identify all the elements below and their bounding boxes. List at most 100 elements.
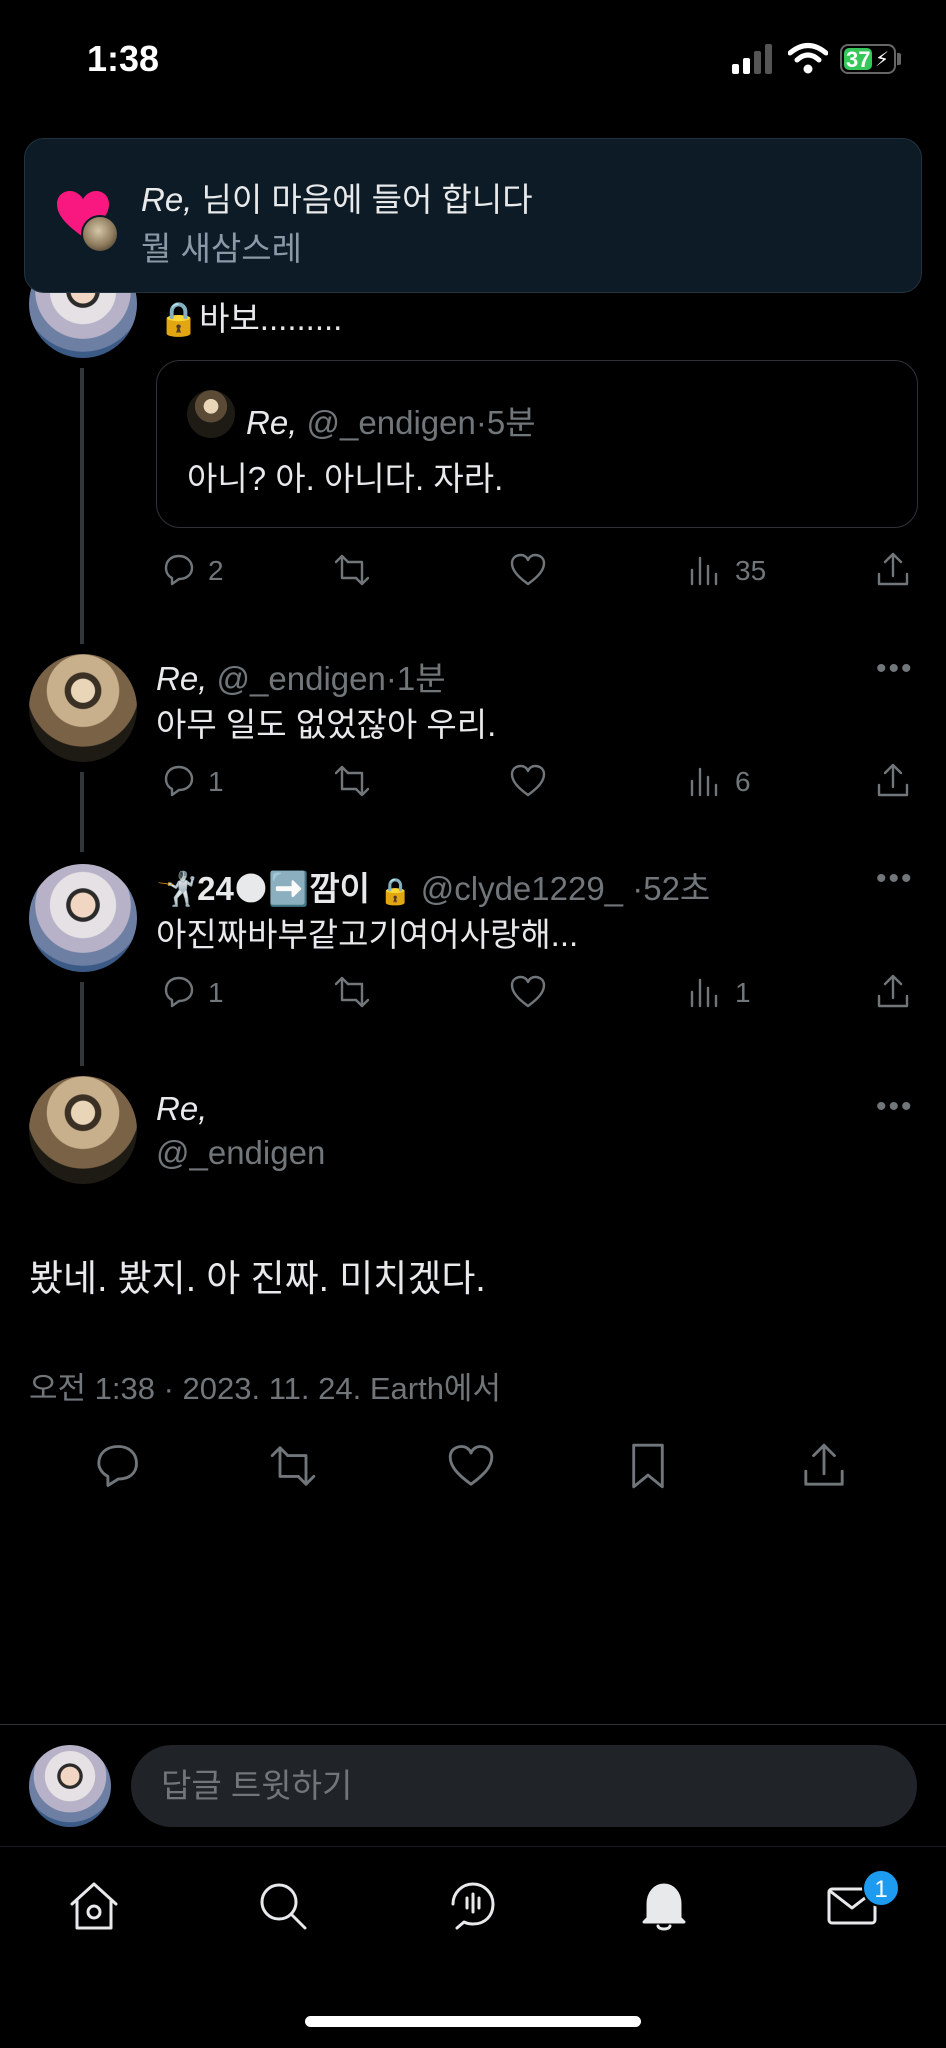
views-button[interactable] [686,761,726,801]
views-button[interactable] [686,550,726,590]
views-icon [690,978,718,1008]
heart-outline-icon [448,1445,494,1486]
tweet-header: Re, @_endigen·1분 [156,660,446,697]
tab-spaces[interactable] [443,1876,503,1936]
display-name: 🤺24🌑➡️깜이 [156,870,371,907]
like-button[interactable] [508,550,548,590]
tab-home[interactable] [64,1876,124,1936]
avatar[interactable] [29,654,137,762]
handle: @clyde1229_ [420,870,624,907]
retweet-icon [334,765,370,797]
tweet-text: 아무 일도 없었잖아 우리. [156,706,497,743]
view-count: 6 [735,766,751,797]
reply-button[interactable] [91,1440,143,1492]
home-indicator [305,2016,641,2027]
reply-icon [164,554,194,586]
display-name: Re, [156,660,208,697]
views-icon [690,556,718,586]
tweet-metadata: 오전 1:38 · 2023. 11. 24. Earth에서 [29,1371,501,1406]
protected-lock-icon: 🔒 [379,876,412,906]
more-options-button[interactable]: ••• [876,862,914,896]
share-icon [877,974,909,1008]
reply-button[interactable] [158,761,198,801]
timestamp: 5분 [486,404,536,441]
views-button[interactable] [686,972,726,1012]
share-button[interactable] [873,550,913,590]
banner-subtitle: 뭘 새삼스레 [141,230,302,267]
bookmark-button[interactable] [622,1440,674,1492]
retweet-button[interactable] [332,972,372,1012]
heart-outline-icon [510,975,546,1008]
tab-notifications[interactable] [634,1876,694,1936]
view-count: 35 [735,555,767,586]
retweet-icon [334,976,370,1008]
tab-search[interactable] [253,1876,313,1936]
share-button[interactable] [873,972,913,1012]
thread-line [80,772,84,852]
timestamp: 52초 [643,870,711,907]
search-icon [260,1883,307,1930]
banner-title: Re, 님이 마음에 들어 합니다 [141,181,533,218]
like-notification-banner[interactable]: Re, 님이 마음에 들어 합니다 뭘 새삼스레 [24,138,922,293]
like-button[interactable] [508,761,548,801]
reply-count: 1 [208,977,224,1008]
quoted-tweet-card[interactable] [156,360,918,528]
home-icon [70,1882,118,1930]
avatar[interactable] [29,1076,137,1184]
messages-badge: 1 [862,1869,900,1907]
more-options-button[interactable]: ••• [876,1090,914,1124]
bell-icon [642,1883,686,1931]
status-time: 1:38 [87,38,160,79]
share-button[interactable] [798,1440,850,1492]
reply-button[interactable] [158,972,198,1012]
divider [0,1724,946,1725]
tweet-text: 아진짜바부같고기여어사랑해... [156,916,579,953]
avatar[interactable] [29,864,137,972]
main-tweet-text: 봤네. 봤지. 아 진짜. 미치겠다. [29,1258,486,1299]
view-count: 1 [735,977,751,1008]
share-icon [877,552,909,586]
tweet-header: 🤺24🌑➡️깜이 🔒 @clyde1229_ ·52초 [156,870,711,907]
like-button[interactable] [508,972,548,1012]
display-name: Re, [246,404,298,441]
reply-icon [164,765,194,797]
more-options-button[interactable]: ••• [876,652,914,686]
cellular-signal-icon [732,44,772,74]
reply-icon [97,1445,138,1487]
share-button[interactable] [873,761,913,801]
tweet-text: 🔒바보......... [158,300,343,337]
like-button[interactable] [445,1440,497,1492]
views-icon [690,767,718,797]
handle: @_endigen [306,404,476,441]
banner-avatar [81,215,119,253]
retweet-button[interactable] [332,550,372,590]
retweet-icon [334,554,370,586]
retweet-button[interactable] [332,761,372,801]
my-avatar[interactable] [29,1745,111,1827]
share-icon [877,763,909,797]
quoted-tweet-header: Re, @_endigen·5분 [246,404,536,441]
battery-level: 37 [846,47,871,72]
battery-icon: 37 ⚡ [840,44,896,74]
timestamp: 1분 [396,660,446,697]
heart-outline-icon [510,553,546,586]
share-icon [804,1443,844,1486]
handle[interactable]: @_endigen [156,1134,325,1172]
display-name[interactable]: Re, [156,1090,207,1128]
avatar [187,390,235,438]
reply-input[interactable] [131,1745,917,1827]
bookmark-icon [632,1443,664,1489]
thread-line [80,982,84,1066]
thread-line [80,368,84,644]
wifi-icon [788,43,828,74]
reply-icon [164,976,194,1008]
handle: @_endigen [216,660,386,697]
quoted-tweet-text: 아니? 아. 아니다. 자라. [187,460,504,497]
heart-outline-icon [510,764,546,797]
retweet-button[interactable] [267,1440,319,1492]
retweet-icon [270,1446,316,1486]
reply-button[interactable] [158,550,198,590]
reply-count: 2 [208,555,224,586]
reply-count: 1 [208,766,224,797]
spaces-icon [451,1882,495,1930]
